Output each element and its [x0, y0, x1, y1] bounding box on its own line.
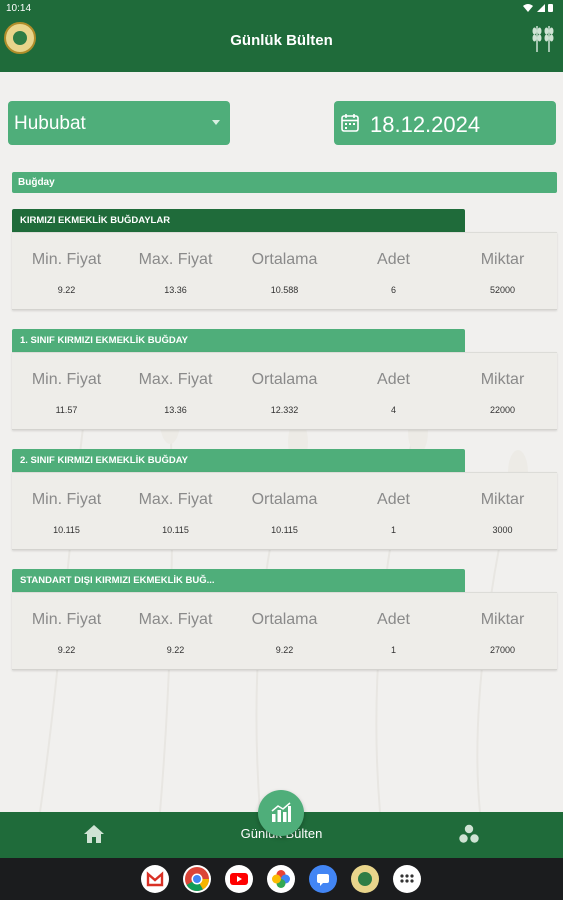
max-price-cell: Max. Fiyat 13.36 — [121, 233, 230, 311]
max-price-cell: Max. Fiyat 9.22 — [121, 593, 230, 671]
quantity-cell: Miktar 22000 — [448, 353, 557, 431]
max-price-cell: Max. Fiyat 13.36 — [121, 353, 230, 431]
min-price-cell: Min. Fiyat 11.57 — [12, 353, 121, 431]
min-price-cell: Min. Fiyat 9.22 — [12, 593, 121, 671]
count-value: 1 — [390, 645, 396, 655]
max-price-cell: Max. Fiyat 10.115 — [121, 473, 230, 551]
average-cell: Ortalama 10.115 — [230, 473, 339, 551]
average-cell: Ortalama 10.588 — [230, 233, 339, 311]
status-time: 10:14 — [6, 3, 32, 14]
price-card: 1. SINIF KIRMIZI EKMEKLİK BUĞDAY Min. Fi… — [12, 329, 557, 430]
min-price-cell: Min. Fiyat 9.22 — [12, 233, 121, 311]
wifi-battery-icon — [523, 4, 553, 12]
min-price-cell: Min. Fiyat 10.115 — [12, 473, 121, 551]
price-card: 2. SINIF KIRMIZI EKMEKLİK BUĞDAY Min. Fi… — [12, 449, 557, 550]
average-cell: Ortalama 12.332 — [230, 353, 339, 431]
card-title: STANDART DIŞI KIRMIZI EKMEKLİK BUĞ... — [12, 569, 465, 592]
column-label: Ortalama — [251, 491, 318, 508]
card-title: 1. SINIF KIRMIZI EKMEKLİK BUĞDAY — [12, 329, 465, 352]
status-icons — [521, 3, 555, 16]
quantity-cell: Miktar 3000 — [448, 473, 557, 551]
column-label: Ortalama — [251, 251, 318, 268]
column-label: Min. Fiyat — [31, 251, 102, 268]
chevron-down-icon — [212, 120, 220, 125]
column-label: Adet — [377, 371, 410, 388]
min-price-value: 10.115 — [53, 525, 80, 535]
card-body: Min. Fiyat 9.22 Max. Fiyat 9.22 Ortalama… — [12, 592, 557, 670]
card-title: 2. SINIF KIRMIZI EKMEKLİK BUĞDAY — [12, 449, 465, 472]
date-picker[interactable]: 18.12.2024 — [334, 101, 556, 145]
count-cell: Adet 6 — [339, 233, 448, 311]
system-taskbar — [0, 858, 563, 900]
card-title: KIRMIZI EKMEKLİK BUĞDAYLAR — [12, 209, 465, 232]
quantity-value: 22000 — [489, 405, 516, 415]
category-select-value: Hububat — [14, 113, 86, 134]
card-body: Min. Fiyat 9.22 Max. Fiyat 13.36 Ortalam… — [12, 232, 557, 310]
section-title: Buğday — [12, 172, 557, 193]
chrome-icon[interactable] — [183, 865, 211, 893]
column-label: Miktar — [480, 611, 525, 628]
count-value: 6 — [390, 285, 396, 295]
calendar-icon — [341, 114, 359, 132]
min-price-value: 11.57 — [55, 405, 78, 415]
column-label: Adet — [377, 611, 410, 628]
column-label: Min. Fiyat — [31, 611, 102, 628]
column-label: Ortalama — [251, 371, 318, 388]
photos-icon[interactable] — [267, 865, 295, 893]
category-select[interactable]: Hububat — [8, 101, 230, 145]
max-price-value: 9.22 — [166, 645, 185, 655]
bulletin-nav-button[interactable] — [258, 790, 304, 836]
column-label: Max. Fiyat — [138, 251, 213, 268]
average-value: 10.588 — [270, 285, 299, 295]
app-drawer-icon[interactable] — [393, 865, 421, 893]
max-price-value: 10.115 — [162, 525, 189, 535]
count-value: 4 — [390, 405, 396, 415]
column-label: Miktar — [480, 491, 525, 508]
quantity-cell: Miktar 27000 — [448, 593, 557, 671]
date-value: 18.12.2024 — [370, 112, 481, 137]
column-label: Adet — [377, 491, 410, 508]
card-body: Min. Fiyat 10.115 Max. Fiyat 10.115 Orta… — [12, 472, 557, 550]
gmail-icon[interactable] — [141, 865, 169, 893]
average-value: 12.332 — [270, 405, 299, 415]
app-logo-icon[interactable] — [351, 865, 379, 893]
price-card: KIRMIZI EKMEKLİK BUĞDAYLAR Min. Fiyat 9.… — [12, 209, 557, 310]
column-label: Miktar — [480, 251, 525, 268]
max-price-value: 13.36 — [164, 405, 187, 415]
app-header: 10:14 Günlük Bülten — [0, 0, 563, 72]
column-label: Adet — [377, 251, 410, 268]
average-value: 10.115 — [271, 525, 298, 535]
column-label: Max. Fiyat — [138, 371, 213, 388]
column-label: Miktar — [480, 371, 525, 388]
quantity-value: 27000 — [489, 645, 516, 655]
cluster-icon[interactable] — [457, 822, 481, 846]
page-title: Günlük Bülten — [230, 32, 333, 49]
column-label: Max. Fiyat — [138, 611, 213, 628]
card-body: Min. Fiyat 11.57 Max. Fiyat 13.36 Ortala… — [12, 352, 557, 430]
column-label: Max. Fiyat — [138, 491, 213, 508]
count-value: 1 — [390, 525, 396, 535]
bar-chart-icon — [271, 802, 291, 822]
quantity-cell: Miktar 52000 — [448, 233, 557, 311]
count-cell: Adet 1 — [339, 593, 448, 671]
bottom-nav: Günlük Bülten — [0, 790, 563, 858]
average-cell: Ortalama 9.22 — [230, 593, 339, 671]
quantity-value: 52000 — [489, 285, 516, 295]
max-price-value: 13.36 — [164, 285, 187, 295]
column-label: Min. Fiyat — [31, 371, 102, 388]
column-label: Ortalama — [251, 611, 318, 628]
count-cell: Adet 4 — [339, 353, 448, 431]
average-value: 9.22 — [275, 645, 294, 655]
wheat-icon — [532, 26, 554, 52]
count-cell: Adet 1 — [339, 473, 448, 551]
youtube-icon[interactable] — [225, 865, 253, 893]
min-price-value: 9.22 — [57, 285, 76, 295]
price-card: STANDART DIŞI KIRMIZI EKMEKLİK BUĞ... Mi… — [12, 569, 557, 670]
messages-icon[interactable] — [309, 865, 337, 893]
min-price-value: 9.22 — [57, 645, 76, 655]
quantity-value: 3000 — [492, 525, 513, 535]
column-label: Min. Fiyat — [31, 491, 102, 508]
